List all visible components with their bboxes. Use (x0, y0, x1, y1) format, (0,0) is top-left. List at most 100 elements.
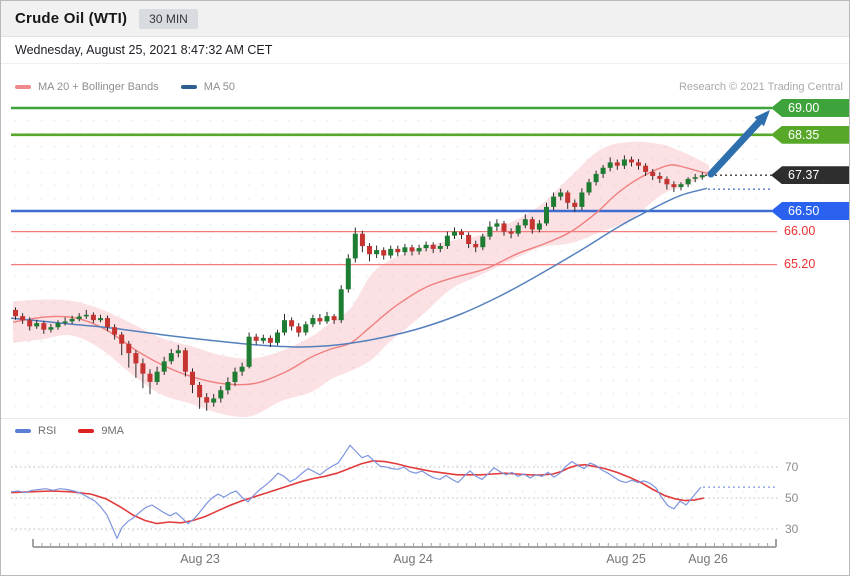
candle-body (126, 344, 131, 354)
candle-body (204, 397, 209, 402)
candle-body (431, 245, 436, 249)
candle-body (325, 316, 330, 321)
candle-body (27, 320, 32, 326)
candle-body (417, 248, 422, 251)
candle-body (466, 235, 471, 244)
candle-body (523, 219, 528, 225)
candle-body (381, 250, 386, 255)
candle-body (119, 335, 124, 344)
candle-body (98, 318, 103, 320)
copyright-watermark: Research © 2021 Trading Central (679, 81, 843, 93)
candle-body (84, 315, 89, 317)
price-level-tag-69.00: 69.00 (771, 99, 850, 117)
candle-body (402, 247, 407, 252)
candle-body (693, 177, 698, 179)
datetime-text: Wednesday, August 25, 2021 8:47:32 AM CE… (15, 43, 272, 57)
candle-body (686, 179, 691, 184)
candle-body (63, 321, 68, 323)
candle-body (105, 318, 110, 327)
candle-body (480, 237, 485, 248)
candle-body (268, 338, 273, 343)
candle-body (225, 382, 230, 390)
legend-item-rsi: RSI (15, 425, 56, 437)
candle-body (77, 317, 82, 320)
candle-body (551, 197, 556, 207)
candle-body (176, 350, 181, 353)
candle-body (162, 361, 167, 371)
bullish-forecast-arrow (711, 122, 759, 174)
candle-body (296, 326, 301, 332)
candle-body (572, 203, 577, 207)
ma50-label: MA 50 (204, 81, 235, 93)
nine-ma-swatch (78, 429, 94, 433)
candle-body (643, 166, 648, 172)
candle-body (34, 323, 39, 326)
candle-body (530, 219, 535, 229)
candle-body (700, 175, 705, 177)
candle-body (679, 184, 684, 187)
rsi-scale-label-30: 30 (785, 522, 798, 536)
candle-body (473, 244, 478, 247)
candle-body (190, 372, 195, 385)
rsi-scale-label-70: 70 (785, 460, 798, 474)
bollinger-band-area (13, 142, 709, 417)
ma20-bollinger-swatch (15, 85, 31, 89)
legend-item-ma20-bollinger: MA 20 + Bollinger Bands (15, 81, 159, 93)
candle-body (13, 310, 18, 316)
candle-body (48, 327, 53, 330)
candle-body (537, 223, 542, 229)
candle-body (56, 323, 61, 327)
candle-body (133, 353, 138, 363)
time-axis-label-aug-24: Aug 24 (393, 552, 433, 566)
rsi-scale-label-50: 50 (785, 491, 798, 505)
candle-body (494, 223, 499, 226)
price-and-rsi-chart (1, 63, 850, 576)
candle-body (650, 172, 655, 176)
candle-body (395, 249, 400, 252)
candle-body (211, 399, 216, 403)
candle-body (671, 184, 676, 187)
rsi-9ma-line (11, 461, 704, 524)
ma20-bollinger-label: MA 20 + Bollinger Bands (38, 81, 159, 93)
candle-body (636, 162, 641, 165)
candle-body (445, 236, 450, 246)
price-level-tag-68.35: 68.35 (771, 126, 850, 144)
candle-body (91, 315, 96, 320)
candle-body (608, 162, 613, 167)
time-axis-label-aug-26: Aug 26 (688, 552, 728, 566)
candle-body (218, 390, 223, 398)
price-level-tag-66.50: 66.50 (771, 202, 850, 220)
candle-body (388, 249, 393, 256)
legend-item-ma50: MA 50 (181, 81, 235, 93)
candle-body (452, 232, 457, 236)
candle-body (367, 246, 372, 254)
candle-body (374, 250, 379, 254)
candle-body (233, 372, 238, 382)
chart-window: Crude Oil (WTI) 30 MIN Wednesday, August… (0, 0, 850, 576)
candle-body (360, 234, 365, 246)
candle-body (502, 223, 507, 231)
candle-body (438, 246, 443, 249)
nine-ma-label: 9MA (101, 425, 124, 437)
legend-item-9ma: 9MA (78, 425, 124, 437)
candle-body (657, 176, 662, 179)
candle-body (459, 232, 464, 235)
time-axis-label-aug-25: Aug 25 (606, 552, 646, 566)
candle-body (289, 320, 294, 326)
candle-body (594, 174, 599, 182)
instrument-title: Crude Oil (WTI) (15, 10, 127, 27)
candle-body (565, 193, 570, 203)
header-bar: Crude Oil (WTI) 30 MIN (1, 1, 849, 37)
rsi-legend: RSI 9MA (15, 425, 124, 437)
candle-body (332, 316, 337, 320)
candle-body (275, 333, 280, 343)
candle-body (148, 374, 153, 382)
candle-body (516, 225, 521, 233)
candle-body (240, 367, 245, 372)
candle-body (509, 232, 514, 234)
candle-body (558, 193, 563, 197)
candle-body (20, 316, 25, 320)
time-axis-label-aug-23: Aug 23 (180, 552, 220, 566)
candle-body (317, 318, 322, 321)
candle-body (410, 247, 415, 251)
